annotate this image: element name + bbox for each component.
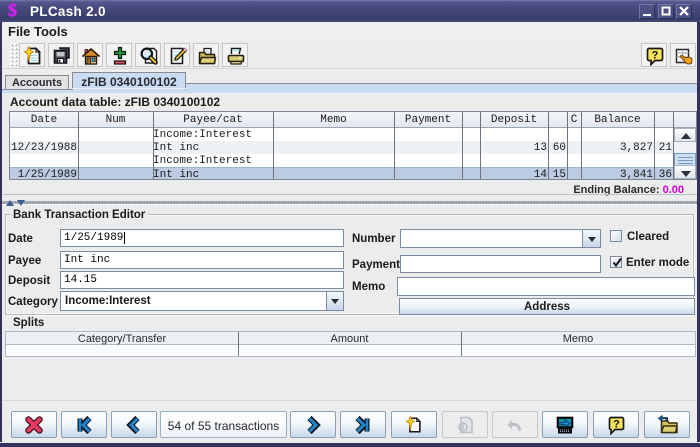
svg-text:?: ? bbox=[652, 50, 659, 62]
svg-text:?: ? bbox=[613, 418, 620, 430]
